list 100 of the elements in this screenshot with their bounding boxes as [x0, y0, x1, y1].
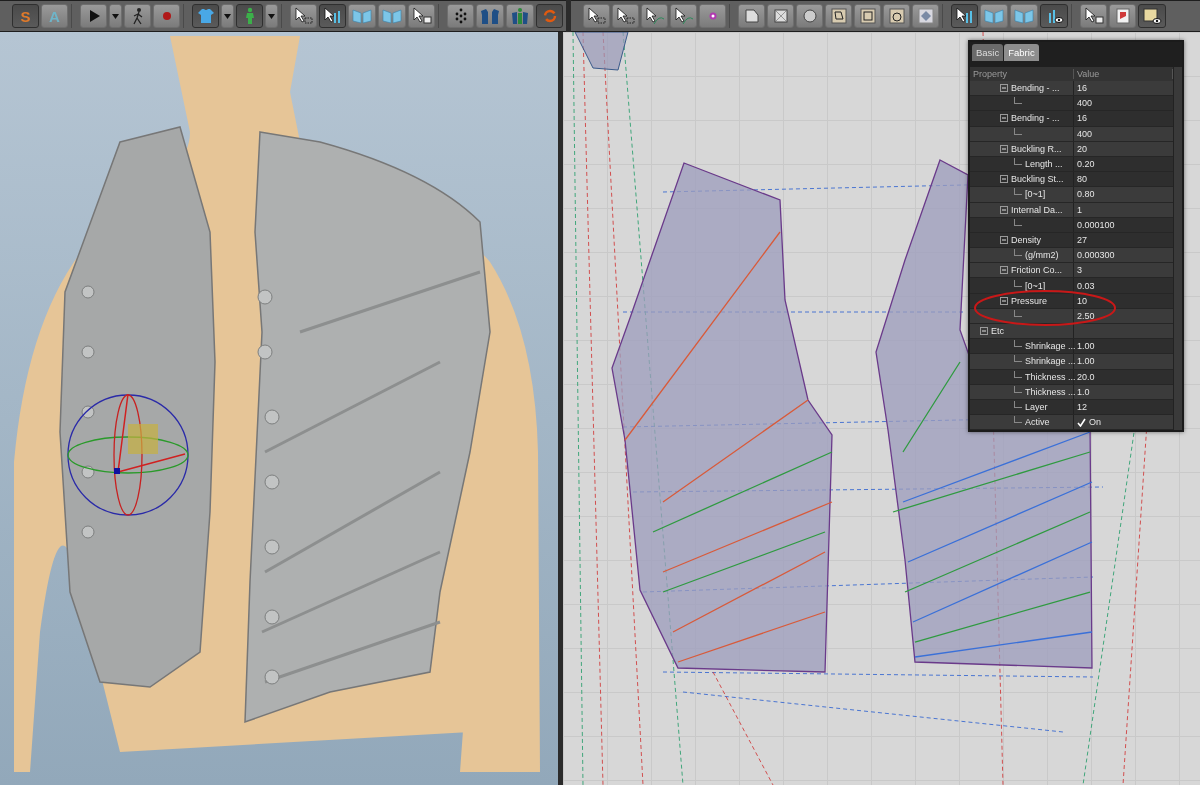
- tree-line: [1014, 279, 1022, 287]
- tree-line: [1014, 401, 1022, 409]
- tree-line: [1014, 309, 1022, 317]
- property-name: Bending - ...: [1011, 83, 1060, 94]
- tree-line: [1014, 385, 1022, 393]
- toolbar-button[interactable]: [1040, 4, 1068, 28]
- property-value[interactable]: 0.80: [1077, 189, 1095, 200]
- property-value[interactable]: 0.03: [1077, 280, 1095, 291]
- point-icon: [708, 12, 717, 20]
- property-name: Friction Co...: [1011, 265, 1062, 276]
- shirts-icon: [479, 7, 501, 25]
- tree-line: [1014, 218, 1022, 226]
- collapse-icon[interactable]: [1000, 266, 1008, 275]
- property-value[interactable]: On: [1089, 417, 1101, 428]
- property-name: Thickness ...: [1025, 386, 1076, 397]
- polygon-icon: [742, 7, 761, 25]
- collapse-icon[interactable]: [1000, 296, 1008, 305]
- fold-icon: [351, 7, 373, 25]
- property-value[interactable]: 0.000300: [1077, 250, 1115, 261]
- pointer-icon: [954, 7, 975, 25]
- toolbar-button[interactable]: [583, 4, 610, 28]
- tree-line: [1014, 416, 1022, 424]
- toolbar-button[interactable]: [1138, 4, 1166, 28]
- toolbar-button[interactable]: [80, 4, 107, 28]
- property-name: Thickness ...: [1025, 371, 1076, 382]
- collapse-icon[interactable]: [1000, 84, 1008, 93]
- property-name: Shrinkage ...: [1025, 341, 1076, 352]
- sheet-icon: [1113, 7, 1132, 25]
- toolbar-button[interactable]: [670, 4, 697, 28]
- shirt-icon: [196, 7, 215, 25]
- property-value[interactable]: 400: [1077, 98, 1093, 109]
- property-value[interactable]: 0.20: [1077, 159, 1095, 170]
- rectangle-icon: [771, 7, 790, 25]
- tree-line: [1014, 355, 1022, 363]
- fold-icon: [983, 7, 1005, 25]
- property-name: Shrinkage ...: [1025, 356, 1076, 367]
- panel-tab[interactable]: Basic: [972, 44, 1004, 61]
- property-value[interactable]: 1.00: [1077, 341, 1095, 352]
- toolbar-button[interactable]: [612, 4, 639, 28]
- toolbar-button[interactable]: [290, 4, 317, 28]
- property-value[interactable]: 16: [1077, 113, 1087, 124]
- pointer-icon: [644, 7, 665, 25]
- property-value[interactable]: 16: [1077, 83, 1087, 94]
- property-name: [0~1]: [1025, 189, 1046, 200]
- toolbar-button[interactable]: [319, 4, 346, 28]
- toolbar-button[interactable]: [447, 4, 474, 28]
- internal-rectangle-icon: [858, 7, 877, 25]
- property-name: Buckling St...: [1011, 174, 1064, 185]
- property-value[interactable]: 400: [1077, 128, 1093, 139]
- toolbar-button[interactable]: [641, 4, 668, 28]
- scrollbar[interactable]: [1173, 67, 1182, 431]
- caret-icon: [224, 13, 231, 19]
- property-value[interactable]: 1: [1077, 204, 1082, 215]
- property-value[interactable]: 1.00: [1077, 356, 1095, 367]
- pointer-icon: [293, 7, 314, 25]
- property-value[interactable]: 27: [1077, 234, 1087, 245]
- pointer-icon: [1083, 7, 1104, 25]
- toolbar-button[interactable]: [951, 4, 978, 28]
- dressed-figure-icon: [509, 7, 531, 25]
- internal-polygon-icon: [829, 7, 848, 25]
- toolbar-button[interactable]: [1080, 4, 1107, 28]
- property-name: Bending - ...: [1011, 113, 1060, 124]
- property-value[interactable]: 80: [1077, 174, 1087, 185]
- collapse-icon[interactable]: [1000, 144, 1008, 153]
- checkbox-checked[interactable]: [1077, 417, 1086, 427]
- collapse-icon[interactable]: [1000, 205, 1008, 214]
- pointer-icon: [411, 7, 432, 25]
- property-value[interactable]: 1.0: [1077, 386, 1090, 397]
- property-value[interactable]: 3: [1077, 265, 1082, 276]
- toolbar-button[interactable]: [408, 4, 435, 28]
- property-name: (g/mm2): [1025, 250, 1059, 261]
- property-value[interactable]: 20.0: [1077, 371, 1095, 382]
- property-name: Etc: [991, 326, 1004, 337]
- property-name: Layer: [1025, 402, 1048, 413]
- collapse-icon[interactable]: [980, 327, 988, 336]
- window-eye-icon: [1141, 7, 1163, 25]
- dropdown-button[interactable]: [109, 4, 122, 28]
- 2d-pattern-window[interactable]: [563, 32, 1200, 785]
- tree-line: [1014, 370, 1022, 378]
- collapse-icon[interactable]: [1000, 235, 1008, 244]
- tree-line: [1014, 249, 1022, 257]
- dropdown-button[interactable]: [265, 4, 278, 28]
- tree-line: [1014, 188, 1022, 196]
- property-value[interactable]: 20: [1077, 143, 1087, 154]
- tree-line: [1014, 158, 1022, 166]
- fold-icon: [1013, 7, 1035, 25]
- tree-line: [1014, 97, 1022, 105]
- property-value[interactable]: 10: [1077, 295, 1087, 306]
- collapse-icon[interactable]: [1000, 114, 1008, 123]
- property-name: Density: [1011, 234, 1041, 245]
- tree-line: [1014, 127, 1022, 135]
- collapse-icon[interactable]: [1000, 175, 1008, 184]
- property-value[interactable]: 2.50: [1077, 310, 1095, 321]
- property-value[interactable]: 0.000100: [1077, 219, 1115, 230]
- property-value[interactable]: 12: [1077, 402, 1087, 413]
- dropdown-button[interactable]: [221, 4, 234, 28]
- column-header: Property: [970, 69, 1074, 79]
- caret-icon: [268, 13, 275, 19]
- tree-line: [1014, 340, 1022, 348]
- property-name: Active: [1025, 417, 1050, 428]
